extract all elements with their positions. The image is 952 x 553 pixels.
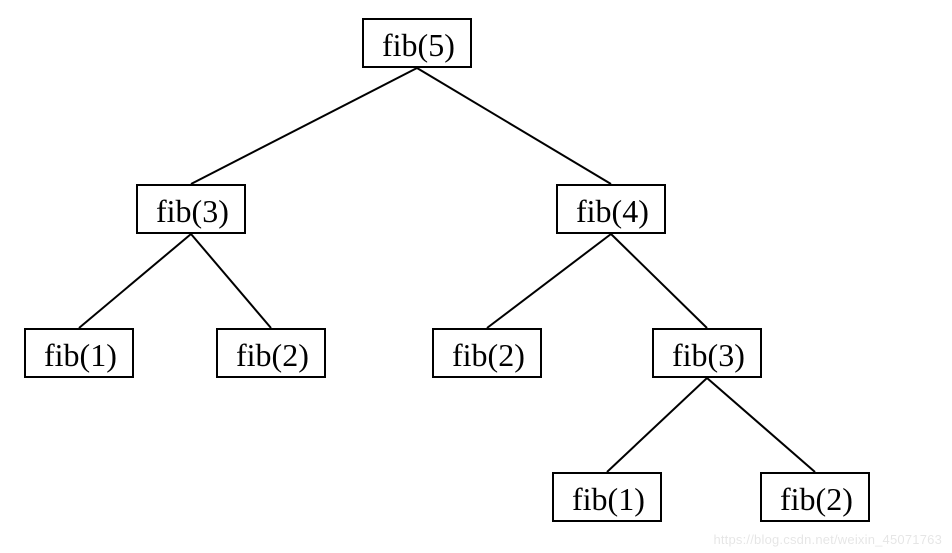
node-ll: fib(1) xyxy=(24,328,134,378)
node-rl: fib(2) xyxy=(432,328,542,378)
node-lr: fib(2) xyxy=(216,328,326,378)
node-root: fib(5) xyxy=(362,18,472,68)
node-l: fib(3) xyxy=(136,184,246,234)
node-rrl: fib(1) xyxy=(552,472,662,522)
node-rrr: fib(2) xyxy=(760,472,870,522)
watermark-text: https://blog.csdn.net/weixin_45071763 xyxy=(713,532,942,547)
node-rr: fib(3) xyxy=(652,328,762,378)
tree-edges xyxy=(0,0,952,553)
node-r: fib(4) xyxy=(556,184,666,234)
